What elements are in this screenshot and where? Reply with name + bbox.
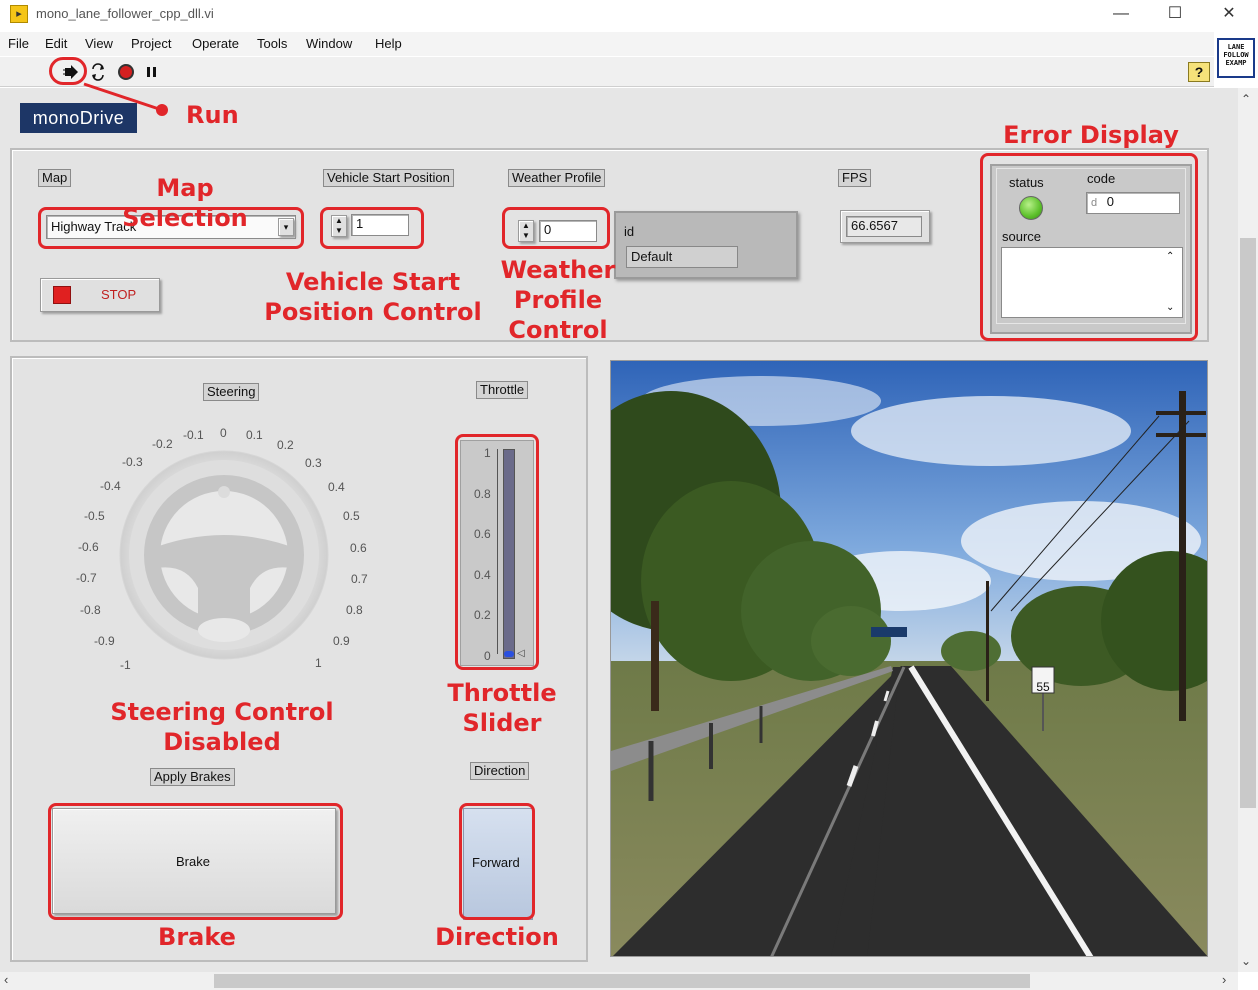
menu-bar <box>0 32 1214 56</box>
steering-tick: 0.8 <box>346 603 363 617</box>
camera-view: 55 <box>610 360 1208 957</box>
steering-tick: 0.4 <box>328 480 345 494</box>
steering-tick: 0.9 <box>333 634 350 648</box>
labview-app-icon: ▸ <box>10 5 28 23</box>
throttle-label: Throttle <box>476 381 529 399</box>
steering-tick: 0.2 <box>277 438 294 452</box>
steering-label: Steering <box>203 383 260 401</box>
error-highlight <box>980 153 1198 341</box>
menu-window[interactable]: Window <box>306 36 352 51</box>
vi-icon-line-2: FOLLOW <box>1223 51 1249 59</box>
steering-tick: -0.6 <box>78 540 99 554</box>
toolbar <box>0 57 1214 87</box>
scroll-down-icon[interactable]: ⌄ <box>1241 954 1251 968</box>
stop-square-icon <box>53 286 71 304</box>
annotation-direction: Direction <box>435 923 559 951</box>
horizontal-scroll-thumb[interactable] <box>214 974 1030 988</box>
pause-icon[interactable] <box>143 63 161 81</box>
vi-icon: LANE FOLLOW EXAMP <box>1217 38 1255 78</box>
scroll-right-icon[interactable]: › <box>1222 972 1226 987</box>
menu-view[interactable]: View <box>85 36 113 51</box>
menu-operate[interactable]: Operate <box>192 36 239 51</box>
steering-tick: 1 <box>315 656 322 670</box>
start-position-label: Vehicle Start Position <box>323 169 454 187</box>
menu-edit[interactable]: Edit <box>45 36 67 51</box>
steering-tick: -0.9 <box>94 634 115 648</box>
fps-value: 66.6567 <box>846 216 922 237</box>
annotation-brake: Brake <box>158 923 236 951</box>
scroll-left-icon[interactable]: ‹ <box>4 972 8 987</box>
steering-tick: 0.7 <box>351 572 368 586</box>
steering-tick: -0.7 <box>76 571 97 585</box>
annotation-error-display: Error Display <box>1003 121 1179 149</box>
annotation-weather-1: Weather <box>500 256 616 284</box>
annotation-vehicle-start-1: Vehicle Start <box>285 268 461 296</box>
map-label: Map <box>38 169 72 187</box>
brake-highlight <box>48 803 343 920</box>
vi-icon-line-1: LANE <box>1227 43 1245 51</box>
map-highlight <box>38 207 304 249</box>
speed-limit-sign: 55 <box>1036 680 1050 694</box>
stop-button-label: STOP <box>101 287 137 302</box>
steering-tick: 0.6 <box>350 541 367 555</box>
context-help-icon[interactable]: ? <box>1188 62 1210 82</box>
minimize-button[interactable]: — <box>1098 2 1144 28</box>
weather-highlight <box>502 207 610 249</box>
steering-tick: -0.5 <box>84 509 105 523</box>
annotation-vehicle-start-2: Position Control <box>264 298 482 326</box>
steering-tick: -0.4 <box>100 479 121 493</box>
run-continuously-icon[interactable] <box>89 63 107 81</box>
window-title: mono_lane_follower_cpp_dll.vi <box>36 6 214 21</box>
annotation-run: Run <box>186 101 239 129</box>
steering-tick: 0.3 <box>305 456 322 470</box>
annotation-weather-3: Control <box>508 316 608 344</box>
scroll-up-icon[interactable]: ⌃ <box>1241 92 1251 106</box>
weather-profile-label: Weather Profile <box>508 169 606 187</box>
steering-tick: 0 <box>220 426 227 440</box>
road-scene-image: 55 <box>611 361 1207 956</box>
weather-id-label: id <box>624 224 635 239</box>
maximize-button[interactable]: ☐ <box>1152 2 1198 28</box>
vi-icon-line-3: EXAMP <box>1225 59 1247 67</box>
steering-tick: -0.3 <box>122 455 143 469</box>
weather-id-value: Default <box>626 246 738 268</box>
throttle-highlight <box>455 434 539 670</box>
start-position-highlight <box>320 207 424 249</box>
steering-tick: -1 <box>120 658 131 672</box>
steering-tick: -0.1 <box>183 428 204 442</box>
run-callout-arrow <box>83 82 168 116</box>
annotation-throttle-2: Slider <box>462 709 542 737</box>
steering-tick: 0.1 <box>246 428 263 442</box>
menu-file[interactable]: File <box>8 36 29 51</box>
abort-icon[interactable] <box>117 63 135 81</box>
steering-tick: -0.8 <box>80 603 101 617</box>
menu-project[interactable]: Project <box>131 36 171 51</box>
vertical-scroll-thumb[interactable] <box>1240 238 1256 808</box>
annotation-weather-2: Profile <box>513 286 603 314</box>
menu-help[interactable]: Help <box>375 36 402 51</box>
direction-highlight <box>459 803 535 920</box>
apply-brakes-label: Apply Brakes <box>150 768 235 786</box>
annotation-throttle-1: Throttle <box>447 679 557 707</box>
direction-label: Direction <box>470 762 530 780</box>
weather-id-cluster <box>614 211 798 279</box>
fps-label: FPS <box>838 169 872 187</box>
annotation-steering-disabled: Steering Control Disabled <box>110 698 334 756</box>
steering-tick: -0.2 <box>152 437 173 451</box>
close-button[interactable]: ✕ <box>1206 2 1252 28</box>
menu-tools[interactable]: Tools <box>257 36 287 51</box>
steering-tick: 0.5 <box>343 509 360 523</box>
